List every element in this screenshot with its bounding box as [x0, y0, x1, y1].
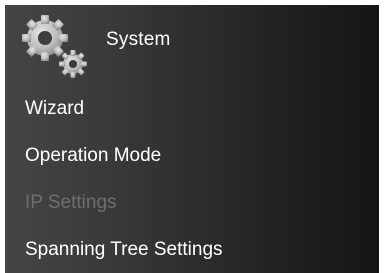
menu-item-spanning-tree-settings[interactable]: Spanning Tree Settings: [25, 239, 223, 261]
menu-title: System: [106, 29, 171, 50]
menu-item-wizard[interactable]: Wizard: [25, 98, 84, 120]
menu-item-ip-settings: IP Settings: [25, 192, 117, 213]
system-menu-panel: System Wizard Operation Mode IP Settings…: [5, 5, 379, 273]
gears-icon: [22, 15, 87, 78]
menu-header: System: [5, 5, 379, 85]
menu-item-operation-mode[interactable]: Operation Mode: [25, 145, 161, 167]
